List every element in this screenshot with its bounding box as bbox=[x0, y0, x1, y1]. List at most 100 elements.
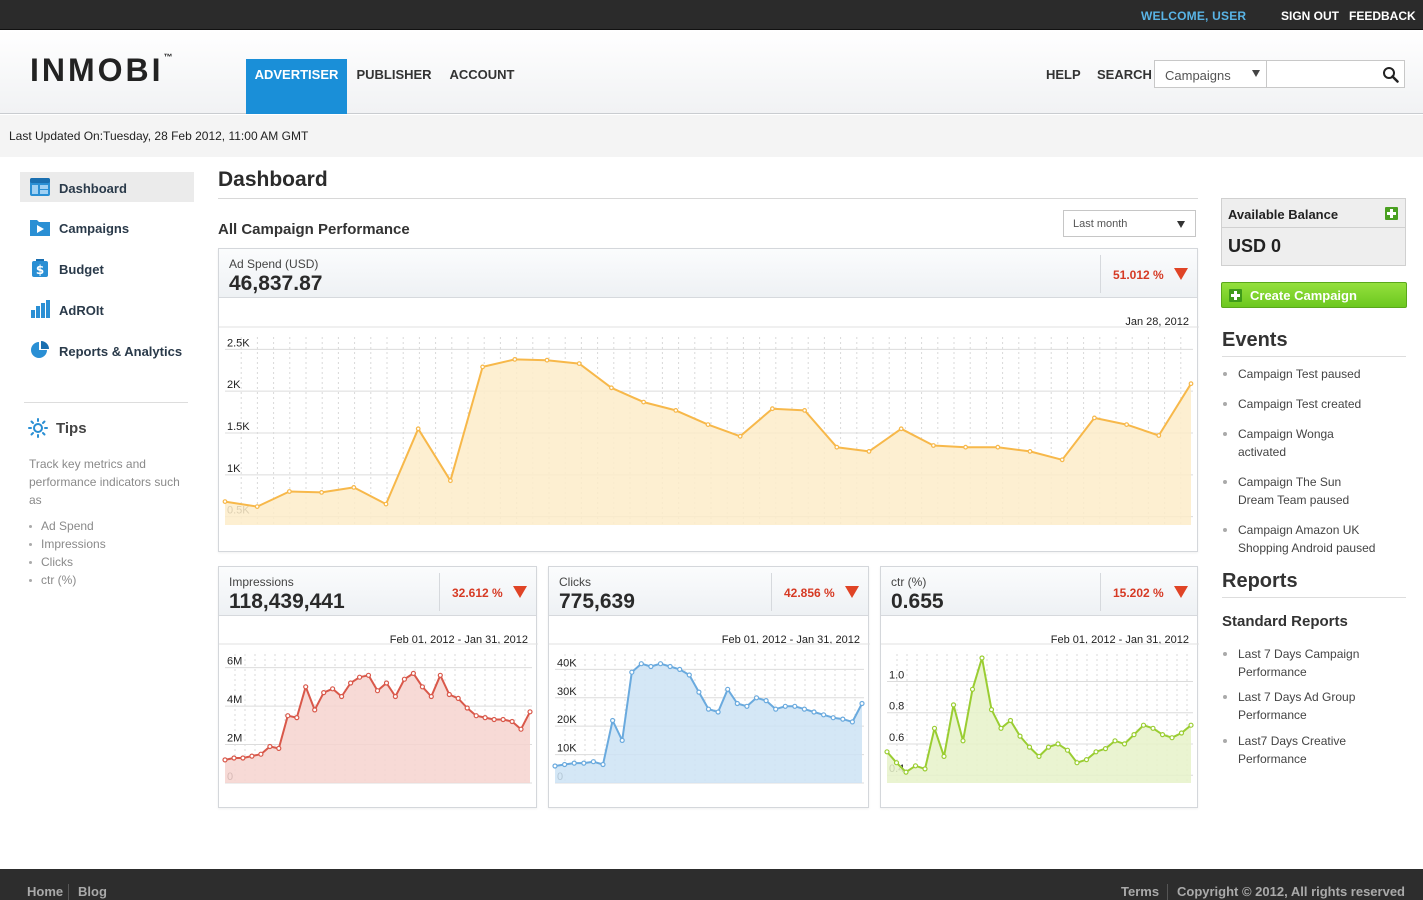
data-point[interactable] bbox=[509, 718, 515, 725]
data-point[interactable] bbox=[401, 676, 407, 682]
data-point[interactable] bbox=[922, 766, 928, 772]
report-link[interactable]: Last 7 Days Ad Group Performance bbox=[1222, 688, 1406, 724]
data-point[interactable] bbox=[641, 399, 647, 405]
report-link[interactable]: Last 7 Days Campaign Performance bbox=[1222, 645, 1406, 681]
data-point[interactable] bbox=[571, 760, 577, 766]
data-point[interactable] bbox=[1026, 744, 1033, 750]
data-point[interactable] bbox=[638, 661, 644, 667]
create-campaign-button[interactable]: Create Campaign bbox=[1221, 282, 1407, 308]
data-point[interactable] bbox=[648, 663, 654, 670]
data-point[interactable] bbox=[609, 385, 614, 391]
data-point[interactable] bbox=[1124, 422, 1129, 428]
data-point[interactable] bbox=[705, 706, 712, 712]
data-point[interactable] bbox=[581, 760, 587, 766]
data-point[interactable] bbox=[1156, 433, 1162, 438]
data-point[interactable] bbox=[464, 705, 470, 711]
inmobi-logo[interactable]: INMOBI™ bbox=[30, 52, 173, 89]
data-point[interactable] bbox=[512, 356, 518, 362]
tab-account[interactable]: ACCOUNT bbox=[444, 59, 520, 114]
feedback-link[interactable]: FEEDBACK bbox=[1349, 9, 1416, 23]
data-point[interactable] bbox=[619, 737, 625, 743]
search-scope-select[interactable]: Campaigns bbox=[1154, 60, 1267, 88]
data-point[interactable] bbox=[912, 763, 919, 769]
data-point[interactable] bbox=[677, 666, 683, 673]
data-point[interactable] bbox=[1169, 735, 1175, 741]
data-point[interactable] bbox=[950, 702, 957, 708]
data-point[interactable] bbox=[267, 743, 273, 750]
data-point[interactable] bbox=[673, 407, 679, 413]
data-point[interactable] bbox=[576, 361, 582, 366]
data-point[interactable] bbox=[898, 426, 904, 432]
data-point[interactable] bbox=[884, 749, 890, 755]
data-point[interactable] bbox=[338, 693, 345, 700]
data-point[interactable] bbox=[1007, 717, 1014, 724]
data-point[interactable] bbox=[321, 689, 327, 696]
data-point[interactable] bbox=[893, 760, 900, 766]
data-point[interactable] bbox=[428, 693, 434, 700]
data-point[interactable] bbox=[763, 698, 769, 704]
data-point[interactable] bbox=[455, 695, 461, 701]
data-point[interactable] bbox=[1055, 741, 1061, 747]
data-point[interactable] bbox=[1159, 732, 1166, 738]
data-point[interactable] bbox=[1102, 746, 1109, 752]
data-point[interactable] bbox=[348, 680, 354, 686]
footer-blog-link[interactable]: Blog bbox=[78, 884, 107, 899]
data-point[interactable] bbox=[753, 695, 760, 701]
data-point[interactable] bbox=[303, 684, 309, 690]
data-point[interactable] bbox=[715, 709, 721, 715]
data-point[interactable] bbox=[811, 709, 817, 715]
data-point[interactable] bbox=[544, 357, 550, 363]
data-point[interactable] bbox=[294, 715, 300, 721]
sidebar-item-reports-analytics[interactable]: Reports & Analytics bbox=[20, 335, 194, 365]
data-point[interactable] bbox=[518, 726, 524, 732]
data-point[interactable] bbox=[258, 751, 264, 757]
data-point[interactable] bbox=[744, 703, 750, 709]
data-point[interactable] bbox=[392, 693, 398, 700]
data-point[interactable] bbox=[979, 655, 985, 661]
data-point[interactable] bbox=[410, 670, 416, 677]
data-point[interactable] bbox=[1092, 415, 1097, 421]
data-point[interactable] bbox=[276, 745, 282, 751]
data-point[interactable] bbox=[1027, 448, 1033, 454]
date-range-select[interactable]: Last month bbox=[1063, 210, 1196, 237]
report-link[interactable]: Last7 Days Creative Performance bbox=[1222, 732, 1406, 768]
data-point[interactable] bbox=[482, 715, 488, 721]
data-point[interactable] bbox=[737, 433, 743, 439]
data-point[interactable] bbox=[1017, 733, 1023, 739]
data-point[interactable] bbox=[1131, 732, 1137, 738]
data-point[interactable] bbox=[446, 691, 452, 698]
sidebar-item-adroit[interactable]: AdROIt bbox=[20, 294, 194, 324]
data-point[interactable] bbox=[222, 757, 228, 763]
sign-out-link[interactable]: SIGN OUT bbox=[1281, 9, 1339, 23]
data-point[interactable] bbox=[849, 719, 855, 725]
data-point[interactable] bbox=[1121, 741, 1128, 747]
data-point[interactable] bbox=[1036, 753, 1042, 759]
data-point[interactable] bbox=[969, 686, 976, 692]
data-point[interactable] bbox=[960, 738, 966, 744]
data-point[interactable] bbox=[931, 725, 938, 731]
footer-home-link[interactable]: Home bbox=[27, 884, 63, 899]
data-point[interactable] bbox=[1074, 760, 1080, 766]
data-point[interactable] bbox=[705, 422, 711, 428]
add-funds-plus-icon[interactable] bbox=[1385, 207, 1398, 220]
data-point[interactable] bbox=[562, 761, 568, 768]
data-point[interactable] bbox=[383, 501, 389, 507]
data-point[interactable] bbox=[222, 499, 228, 505]
data-point[interactable] bbox=[1064, 747, 1071, 753]
data-point[interactable] bbox=[1045, 744, 1052, 750]
data-point[interactable] bbox=[830, 715, 836, 721]
data-point[interactable] bbox=[437, 672, 443, 678]
data-point[interactable] bbox=[821, 712, 827, 718]
data-point[interactable] bbox=[840, 716, 846, 722]
data-point[interactable] bbox=[473, 713, 479, 719]
data-point[interactable] bbox=[351, 484, 357, 490]
data-point[interactable] bbox=[312, 707, 318, 713]
data-point[interactable] bbox=[552, 763, 558, 769]
data-point[interactable] bbox=[1112, 738, 1118, 744]
sidebar-item-campaigns[interactable]: Campaigns bbox=[20, 212, 194, 242]
data-point[interactable] bbox=[931, 443, 936, 448]
data-point[interactable] bbox=[590, 759, 597, 765]
data-point[interactable] bbox=[1188, 381, 1194, 387]
data-point[interactable] bbox=[419, 684, 425, 690]
data-point[interactable] bbox=[866, 448, 872, 454]
